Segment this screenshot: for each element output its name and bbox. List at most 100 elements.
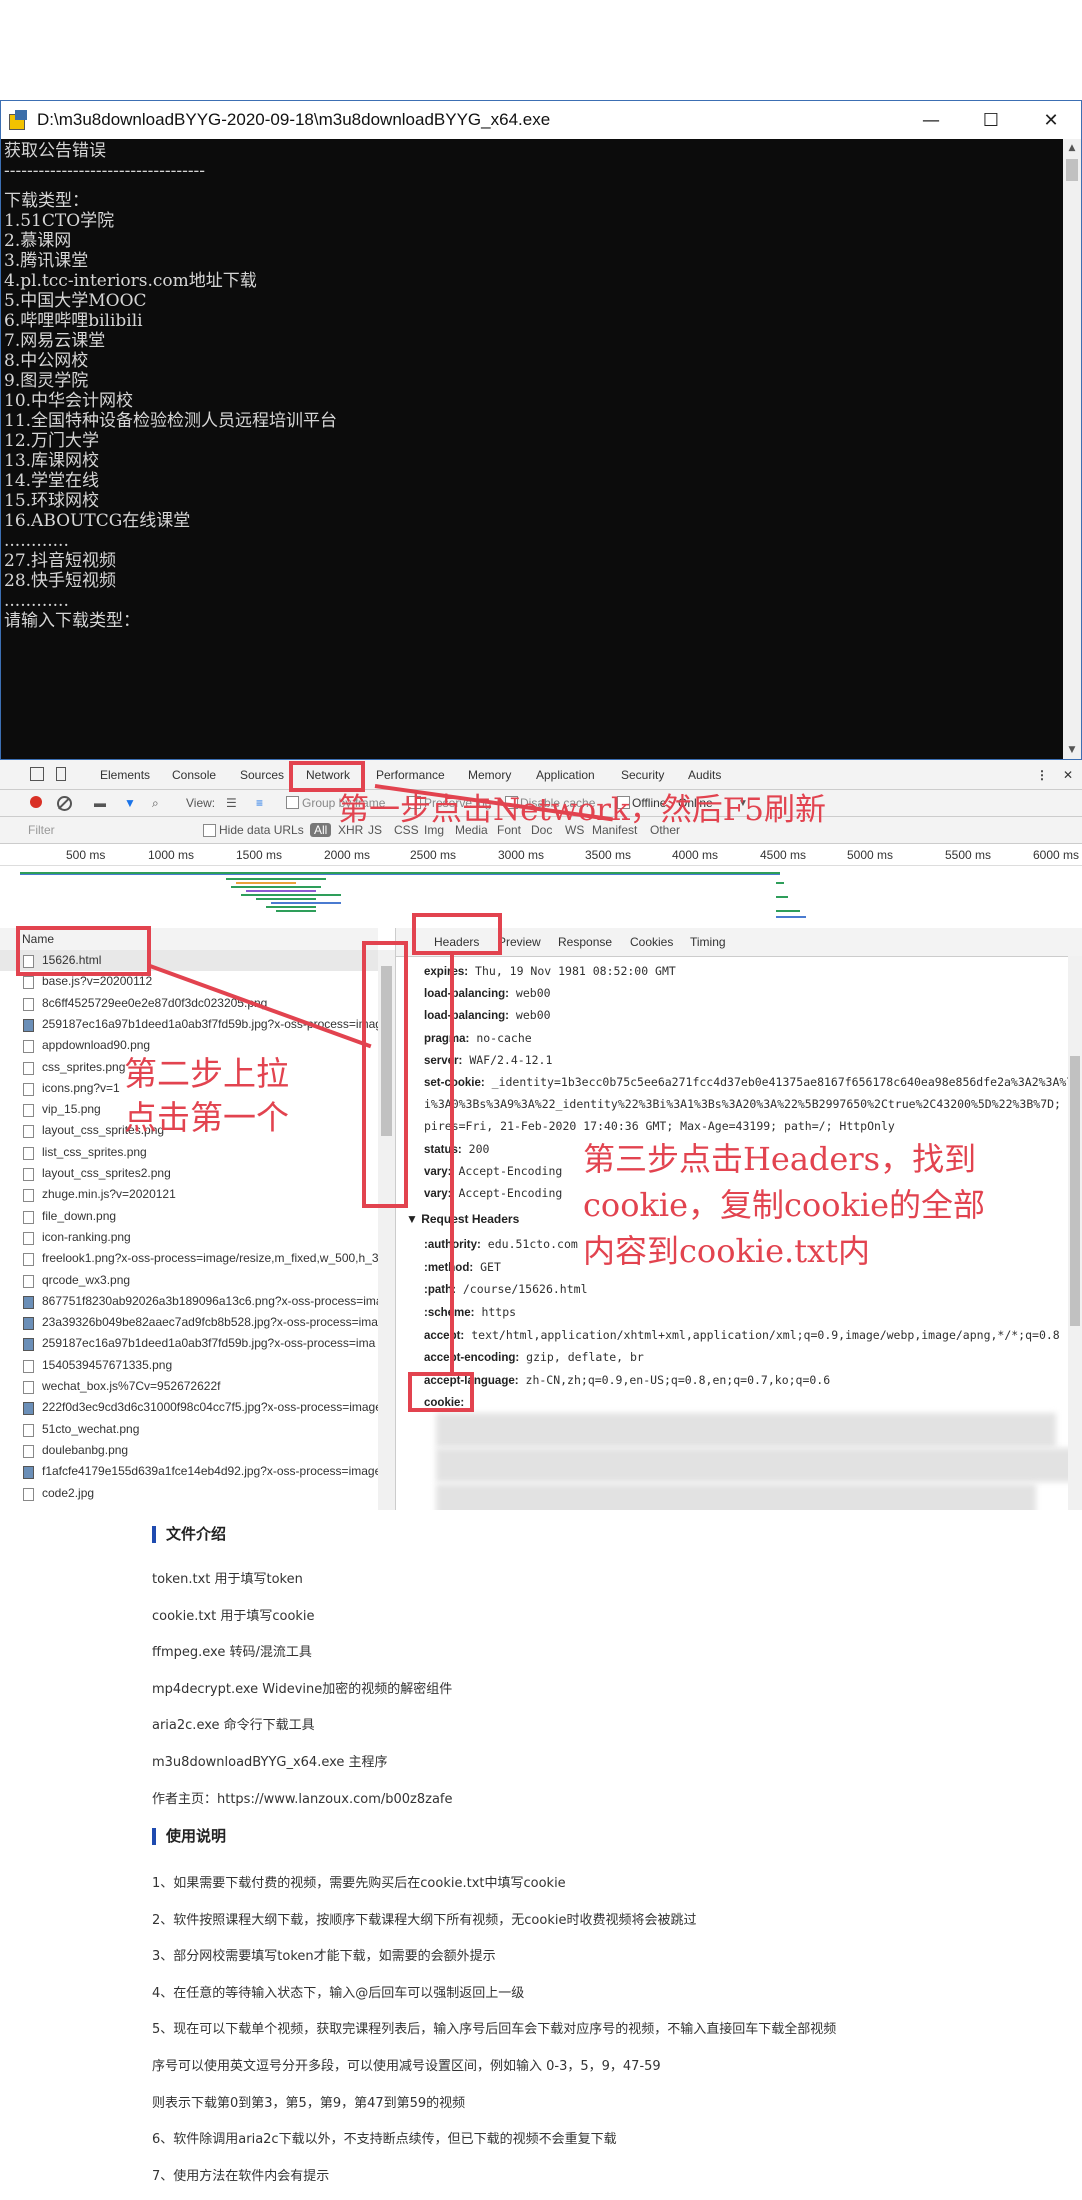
timeline-bar [246, 890, 316, 892]
header-row[interactable]: :scheme: https [424, 1305, 516, 1320]
header-row[interactable]: expires: Thu, 19 Nov 1981 08:52:00 GMT [424, 964, 676, 979]
tab-memory[interactable]: Memory [468, 768, 511, 782]
tab-performance[interactable]: Performance [376, 768, 445, 782]
tab-console[interactable]: Console [172, 768, 216, 782]
close-button[interactable]: ✕ [1021, 101, 1081, 139]
header-row[interactable]: :method: GET [424, 1260, 501, 1275]
request-row[interactable]: f1afcfe4179e155d639a1fce14eb4d92.jpg?x-o… [0, 1461, 378, 1482]
annotation-arrow [450, 954, 454, 1374]
header-key: server: [424, 1054, 463, 1067]
request-row[interactable]: 1540539457671335.png [0, 1355, 378, 1376]
maximize-button[interactable]: ☐ [961, 101, 1021, 139]
tab-elements[interactable]: Elements [100, 768, 150, 782]
scroll-thumb[interactable] [1070, 1056, 1080, 1326]
file-icon [23, 1125, 34, 1139]
request-row[interactable]: 8c6ff4525729ee0e2e87d0f3dc023205.png [0, 993, 378, 1014]
tab-security[interactable]: Security [621, 768, 664, 782]
header-row[interactable]: accept-encoding: gzip, deflate, br [424, 1350, 644, 1365]
header-row[interactable]: accept-language: zh-CN,zh;q=0.9,en-US;q=… [424, 1373, 830, 1388]
device-toolbar-icon[interactable] [56, 767, 66, 781]
usage-item: 4、在任意的等待输入状态下，输入@后回车可以强制返回上一级 [152, 1985, 525, 2001]
file-icon [23, 1487, 34, 1501]
record-icon[interactable] [30, 796, 42, 808]
tab-response[interactable]: Response [558, 935, 612, 949]
timeline-overview[interactable] [16, 866, 1082, 929]
header-row[interactable]: pragma: no-cache [424, 1031, 532, 1046]
header-row[interactable]: vary: Accept-Encoding [424, 1164, 562, 1179]
tab-preview[interactable]: Preview [498, 935, 541, 949]
request-row[interactable]: freelook1.png?x-oss-process=image/resize… [0, 1248, 378, 1269]
minimize-button[interactable]: — [901, 101, 961, 139]
header-row[interactable]: vary: Accept-Encoding [424, 1186, 562, 1201]
large-rows-icon[interactable]: ☰ [226, 796, 237, 810]
console-scrollbar[interactable]: ▲ ▼ [1063, 139, 1081, 759]
filter-input[interactable]: Filter [28, 823, 55, 837]
request-row[interactable]: 23a39326b049be82aaec7ad9fcb8b528.jpg?x-o… [0, 1312, 378, 1333]
request-row[interactable]: layout_css_sprites2.png [0, 1163, 378, 1184]
search-icon[interactable]: ⌕ [152, 796, 159, 811]
request-row[interactable]: list_css_sprites.png [0, 1142, 378, 1163]
request-name: list_css_sprites.png [42, 1144, 147, 1159]
file-icon [23, 1274, 34, 1288]
file-icon [23, 1189, 34, 1203]
request-row[interactable]: code2.jpg [0, 1483, 378, 1504]
group-by-frame-checkbox[interactable] [286, 796, 299, 809]
console-line: 10.中华会计网校 [4, 391, 134, 411]
header-row[interactable]: load-balancing: web00 [424, 1008, 551, 1023]
screenshot-icon[interactable]: ▬ [94, 796, 106, 810]
clear-icon[interactable] [57, 796, 72, 811]
header-row[interactable]: :path: /course/15626.html [424, 1282, 588, 1297]
header-row[interactable]: server: WAF/2.4-12.1 [424, 1053, 552, 1068]
scroll-up-icon[interactable]: ▲ [1063, 139, 1081, 157]
more-icon[interactable]: ⋮ [1036, 768, 1048, 782]
tab-application[interactable]: Application [536, 768, 595, 782]
console-line: 11.全国特种设备检验检测人员远程培训平台 [4, 411, 338, 431]
request-headers-section[interactable]: ▼ Request Headers [406, 1212, 519, 1226]
header-row[interactable]: :authority: edu.51cto.com [424, 1237, 578, 1252]
file-icon [23, 1104, 34, 1118]
tab-cookies[interactable]: Cookies [630, 935, 673, 949]
request-row[interactable]: icon-ranking.png [0, 1227, 378, 1248]
redacted-cookie-area [436, 1448, 1076, 1482]
request-row[interactable]: 259187ec16a97b1deed1a0ab3f7fd59b.jpg?x-o… [0, 1014, 378, 1035]
request-row[interactable]: 259187ec16a97b1deed1a0ab3f7fd59b.jpg?x-o… [0, 1333, 378, 1354]
header-row[interactable]: status: 200 [424, 1142, 489, 1157]
tab-audits[interactable]: Audits [688, 768, 721, 782]
type-all[interactable]: All [310, 823, 332, 837]
filter-icon[interactable]: ▼ [124, 796, 136, 810]
header-row[interactable]: set-cookie: _identity=1b3ecc0b75c5ee6a27… [424, 1075, 1073, 1090]
header-row[interactable]: accept: text/html,application/xhtml+xml,… [424, 1328, 1060, 1343]
hide-data-urls-checkbox[interactable] [203, 824, 216, 837]
request-name: file_down.png [42, 1208, 117, 1223]
request-row[interactable]: 222f0d3ec9cd3d6c31000f98c04cc7f5.jpg?x-o… [0, 1397, 378, 1418]
request-row[interactable]: 51cto_wechat.png [0, 1419, 378, 1440]
waterfall-icon[interactable]: ≡ [256, 796, 263, 810]
request-name: 867751f8230ab92026a3b189096a13c6.png?x-o… [42, 1293, 378, 1308]
window-titlebar[interactable]: D:\m3u8downloadBYYG-2020-09-18\m3u8downl… [1, 101, 1081, 139]
inspect-icon[interactable] [30, 767, 44, 781]
scroll-down-icon[interactable]: ▼ [1063, 741, 1081, 759]
close-devtools-icon[interactable]: ✕ [1063, 768, 1073, 782]
console-line: 8.中公网校 [4, 351, 89, 371]
request-row[interactable]: doulebanbg.png [0, 1440, 378, 1461]
ruler-label: 5000 ms [847, 848, 894, 862]
header-key: set-cookie: [424, 1077, 485, 1089]
tab-sources[interactable]: Sources [240, 768, 284, 782]
request-row[interactable]: 867751f8230ab92026a3b189096a13c6.png?x-o… [0, 1291, 378, 1312]
request-row[interactable]: wechat_box.js%7Cv=952672622f [0, 1376, 378, 1397]
tab-timing[interactable]: Timing [690, 935, 726, 949]
usage-item: 则表示下载第0到第3，第5，第9，第47到第59的视频 [152, 2095, 466, 2111]
header-row[interactable]: load-balancing: web00 [424, 986, 551, 1001]
timeline-bar [776, 882, 784, 884]
request-row[interactable]: file_down.png [0, 1206, 378, 1227]
ruler-label: 4000 ms [672, 848, 719, 862]
detail-scrollbar[interactable] [1068, 956, 1082, 1510]
request-row[interactable]: zhuge.min.js?v=2020121 [0, 1184, 378, 1205]
header-row[interactable]: i%3A0%3Bs%3A9%3A%22_identity%22%3Bi%3A1%… [424, 1097, 1082, 1112]
header-key: vary: [424, 1188, 452, 1200]
ruler-label: 4500 ms [760, 848, 807, 862]
console-output[interactable]: 获取公告错误 ----------------------------------… [1, 139, 1063, 759]
header-row[interactable]: pires=Fri, 21-Feb-2020 17:40:36 GMT; Max… [424, 1119, 895, 1134]
request-row[interactable]: qrcode_wx3.png [0, 1270, 378, 1291]
scroll-thumb[interactable] [1066, 159, 1078, 181]
